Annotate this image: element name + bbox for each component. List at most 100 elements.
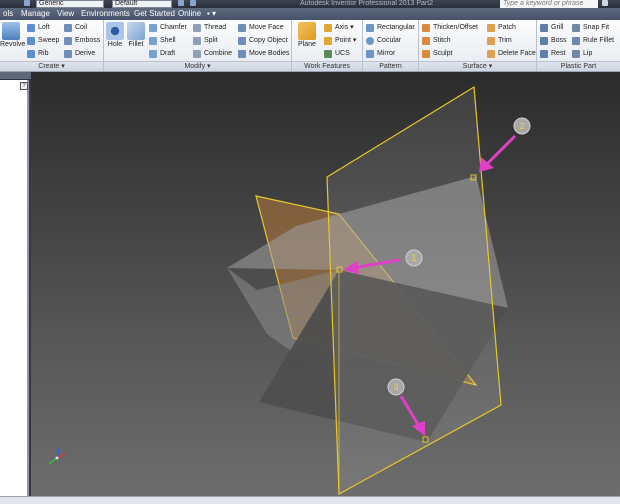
browser-help-button[interactable]: ? bbox=[20, 82, 28, 90]
tab-online[interactable]: Online bbox=[175, 9, 204, 19]
stitch-button[interactable]: Stitch bbox=[422, 35, 451, 46]
loft-button[interactable]: Loft bbox=[27, 22, 50, 33]
rest-button[interactable]: Rest bbox=[540, 48, 565, 59]
draft-button[interactable]: Draft bbox=[149, 48, 175, 59]
style-combo[interactable]: Generic bbox=[36, 0, 104, 8]
rectangular-pattern-button[interactable]: Rectangular bbox=[366, 22, 415, 33]
copy-object-button[interactable]: Copy Object bbox=[238, 35, 288, 46]
window-title: Autodesk Inventor Professional 2013 Part… bbox=[300, 0, 434, 7]
delete-face-button[interactable]: Delete Face bbox=[487, 48, 536, 59]
measure-icon[interactable] bbox=[178, 0, 184, 6]
sculpt-button[interactable]: Sculpt bbox=[422, 48, 452, 59]
mirror-label: Mirror bbox=[377, 50, 396, 57]
trim-label: Trim bbox=[498, 37, 512, 44]
boss-label: Boss bbox=[551, 37, 567, 44]
combine-icon bbox=[193, 50, 201, 58]
tab-view[interactable]: View bbox=[54, 9, 77, 19]
appearance-combo[interactable]: Default bbox=[112, 0, 172, 8]
rule-fillet-button[interactable]: Rule Fillet bbox=[572, 35, 614, 46]
derive-icon bbox=[64, 50, 72, 58]
model-browser[interactable] bbox=[0, 80, 29, 500]
thread-icon bbox=[193, 24, 201, 32]
ucs-label: UCS bbox=[335, 50, 350, 57]
tab-manage[interactable]: Manage bbox=[18, 9, 53, 19]
thicken-offset-button[interactable]: Thicken/Offset bbox=[422, 22, 478, 33]
emboss-icon bbox=[64, 37, 72, 45]
browser-header[interactable] bbox=[0, 72, 31, 80]
axis-label: Axis ▾ bbox=[335, 24, 354, 31]
split-button[interactable]: Split bbox=[193, 35, 218, 46]
delete-face-label: Delete Face bbox=[498, 50, 536, 57]
plane-button[interactable]: Plane bbox=[295, 22, 319, 48]
callout-3-label: 3 bbox=[393, 382, 398, 392]
revolve-button[interactable]: Revolve bbox=[0, 22, 25, 48]
ucs-button[interactable]: UCS bbox=[324, 48, 350, 59]
shell-button[interactable]: Shell bbox=[149, 35, 176, 46]
tab-get-started[interactable]: Get Started bbox=[131, 9, 178, 19]
draft-icon bbox=[149, 50, 157, 58]
snap-fit-button[interactable]: Snap Fit bbox=[572, 22, 609, 33]
shell-icon bbox=[149, 37, 157, 45]
thicken-offset-icon bbox=[422, 24, 430, 32]
boss-button[interactable]: Boss bbox=[540, 35, 567, 46]
move-bodies-button[interactable]: Move Bodies bbox=[238, 48, 289, 59]
rectangular-pattern-icon bbox=[366, 24, 374, 32]
mirror-button[interactable]: Mirror bbox=[366, 48, 395, 59]
trim-button[interactable]: Trim bbox=[487, 35, 512, 46]
derive-button[interactable]: Derive bbox=[64, 48, 95, 59]
revolve-icon bbox=[2, 22, 20, 40]
rectangular-pattern-label: Rectangular bbox=[377, 24, 415, 31]
fillet-button[interactable]: Fillet bbox=[126, 22, 146, 48]
move-face-icon bbox=[238, 24, 246, 32]
rule-fillet-label: Rule Fillet bbox=[583, 37, 615, 44]
rest-label: Rest bbox=[551, 50, 566, 57]
pattern-group-label: Pattern bbox=[363, 61, 418, 71]
rule-fillet-icon bbox=[572, 37, 580, 45]
axis-triad-icon bbox=[48, 447, 66, 465]
yellow-work-plane[interactable] bbox=[326, 85, 502, 495]
rib-button[interactable]: Rib bbox=[27, 48, 49, 59]
callout-arrow-2 bbox=[479, 134, 517, 172]
sweep-button[interactable]: Sweep bbox=[27, 35, 59, 46]
hole-button[interactable]: Hole bbox=[105, 22, 125, 48]
callout-1: 1 bbox=[405, 249, 423, 267]
move-face-button[interactable]: Move Face bbox=[238, 22, 284, 33]
grill-button[interactable]: Grill bbox=[540, 22, 563, 33]
lip-button[interactable]: Lip bbox=[572, 48, 592, 59]
chamfer-icon bbox=[149, 24, 157, 32]
emboss-label: Emboss bbox=[75, 37, 101, 44]
combine-button[interactable]: Combine bbox=[193, 48, 232, 59]
quick-access-icon[interactable] bbox=[190, 0, 196, 6]
grill-icon bbox=[540, 24, 548, 32]
search-input[interactable]: Type a keyword or phrase bbox=[500, 0, 598, 8]
save-icon[interactable] bbox=[24, 0, 30, 6]
coil-button[interactable]: Coil bbox=[64, 22, 87, 33]
emboss-button[interactable]: Emboss bbox=[64, 35, 100, 46]
trim-icon bbox=[487, 37, 495, 45]
lip-label: Lip bbox=[583, 50, 593, 57]
move-bodies-label: Move Bodies bbox=[249, 50, 290, 57]
move-face-label: Move Face bbox=[249, 24, 284, 31]
thread-button[interactable]: Thread bbox=[193, 22, 226, 33]
point-button[interactable]: Point ▾ bbox=[324, 35, 356, 46]
axis-button[interactable]: Axis ▾ bbox=[324, 22, 354, 33]
circular-pattern-button[interactable]: Cocular bbox=[366, 35, 401, 46]
search-icon[interactable] bbox=[602, 0, 608, 6]
work-features-group-label: Work Features bbox=[292, 61, 362, 71]
move-bodies-icon bbox=[238, 50, 246, 58]
tab-tools[interactable]: ols bbox=[0, 9, 16, 19]
surface-group-label[interactable]: Surface ▾ bbox=[419, 61, 536, 71]
modify-group-label[interactable]: Modify ▾ bbox=[104, 61, 291, 71]
boss-icon bbox=[540, 37, 548, 45]
create-group-label[interactable]: Create ▾ bbox=[0, 61, 103, 71]
graphics-viewport[interactable]: 1 2 3 bbox=[31, 72, 620, 496]
stitch-label: Stitch bbox=[433, 37, 451, 44]
circular-pattern-label: Cocular bbox=[377, 37, 402, 44]
axis-icon bbox=[324, 24, 332, 32]
tab-overflow[interactable]: ▪ ▾ bbox=[204, 9, 219, 19]
chamfer-button[interactable]: Chamfer bbox=[149, 22, 187, 33]
stitch-icon bbox=[422, 37, 430, 45]
patch-button[interactable]: Patch bbox=[487, 22, 516, 33]
tab-environments[interactable]: Environments bbox=[78, 9, 133, 19]
rib-label: Rib bbox=[38, 50, 49, 57]
